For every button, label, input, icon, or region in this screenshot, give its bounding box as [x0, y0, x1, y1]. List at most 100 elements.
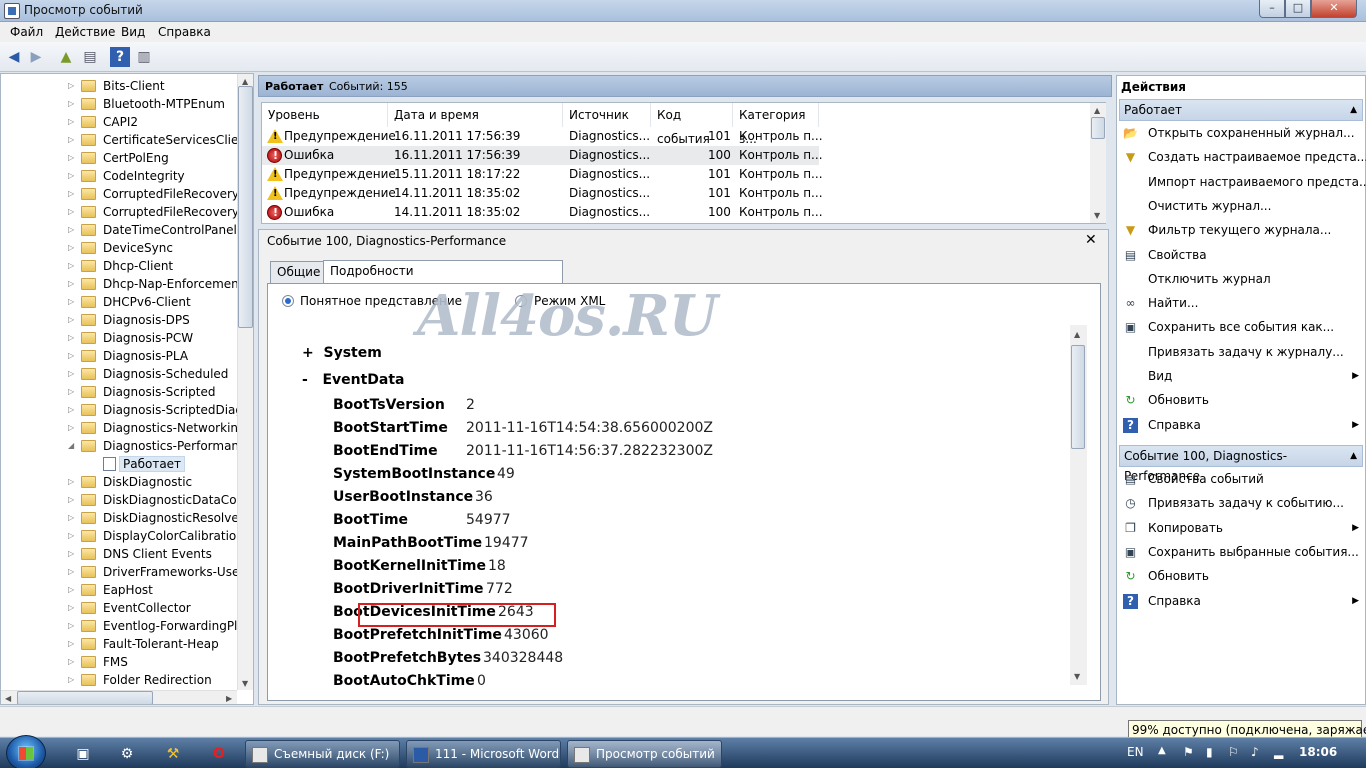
- expand-arrow-icon[interactable]: ▷: [68, 351, 74, 360]
- clock[interactable]: 18:06: [1299, 745, 1337, 759]
- expand-arrow-icon[interactable]: ▷: [68, 171, 74, 180]
- tree-item[interactable]: ▷ Diagnosis-PCW: [1, 329, 237, 347]
- expand-arrow-icon[interactable]: ▷: [68, 369, 74, 378]
- details-vertical-scroll-thumb[interactable]: [1071, 345, 1085, 449]
- action-item[interactable]: ? Справка ▶: [1121, 590, 1361, 614]
- expand-arrow-icon[interactable]: ▷: [68, 225, 74, 234]
- expand-arrow-icon[interactable]: ▷: [68, 99, 74, 108]
- action-item[interactable]: ▼ Фильтр текущего журнала...: [1121, 219, 1361, 243]
- action-item[interactable]: Привязать задачу к журналу...: [1121, 341, 1361, 365]
- node-eventdata[interactable]: - EventData: [302, 372, 405, 388]
- expand-arrow-icon[interactable]: ▷: [68, 81, 74, 90]
- expand-arrow-icon[interactable]: ▷: [68, 117, 74, 126]
- expand-arrow-icon[interactable]: ▷: [68, 477, 74, 486]
- tree-item[interactable]: ▷ DriverFrameworks-UserM: [1, 563, 237, 581]
- signal-icon[interactable]: ▂: [1274, 745, 1283, 759]
- expanded-arrow-icon[interactable]: ◢: [68, 441, 74, 450]
- flag-icon[interactable]: ⚐: [1228, 745, 1239, 759]
- tree-item[interactable]: ▷ CAPI2: [1, 113, 237, 131]
- action-item[interactable]: ▤ Свойства событий: [1121, 468, 1361, 492]
- tree-item[interactable]: ▷ DHCPv6-Client: [1, 293, 237, 311]
- expand-arrow-icon[interactable]: ▷: [68, 315, 74, 324]
- expand-arrow-icon[interactable]: ▷: [68, 207, 74, 216]
- expand-arrow-icon[interactable]: ▷: [68, 387, 74, 396]
- action-item[interactable]: ◷ Привязать задачу к событию...: [1121, 492, 1361, 516]
- tree-item[interactable]: ▷ Diagnostics-Networking: [1, 419, 237, 437]
- action-item[interactable]: 📂 Открыть сохраненный журнал...: [1121, 122, 1361, 146]
- close-icon[interactable]: ✕: [1085, 232, 1097, 248]
- quicklaunch-tool-icon[interactable]: ⚒: [162, 743, 184, 765]
- expand-arrow-icon[interactable]: ▷: [68, 531, 74, 540]
- column-datetime[interactable]: Дата и время: [388, 103, 563, 127]
- tree-item[interactable]: ▷ Diagnosis-PLA: [1, 347, 237, 365]
- tree-item[interactable]: ◢ Diagnostics-Performance: [1, 437, 237, 455]
- tree-item[interactable]: ▷ FMS: [1, 653, 237, 671]
- show-hide-tree-icon[interactable]: ▤: [80, 47, 100, 67]
- scroll-left-arrow-icon[interactable]: ◀: [5, 694, 11, 703]
- action-item[interactable]: ? Справка ▶: [1121, 414, 1361, 438]
- tree-item[interactable]: ▷ Dhcp-Client: [1, 257, 237, 275]
- expand-arrow-icon[interactable]: ▷: [68, 567, 74, 576]
- tree-item[interactable]: ▷ Eventlog-ForwardingPlug: [1, 617, 237, 635]
- tree-item[interactable]: ▷ DisplayColorCalibration: [1, 527, 237, 545]
- expand-arrow-icon[interactable]: ▷: [68, 279, 74, 288]
- up-folder-icon[interactable]: ▲: [56, 47, 76, 67]
- action-item[interactable]: ↻ Обновить: [1121, 389, 1361, 413]
- action-item[interactable]: ↻ Обновить: [1121, 565, 1361, 589]
- actions-section-event[interactable]: Событие 100, Diagnostics-Performance ▲: [1119, 445, 1363, 483]
- tab-general[interactable]: Общие: [270, 261, 328, 283]
- scroll-up-arrow-icon[interactable]: ▲: [1074, 330, 1080, 339]
- show-hide-actions-icon[interactable]: ▥: [134, 47, 154, 67]
- tree-vertical-scroll-thumb[interactable]: [238, 86, 253, 328]
- column-event-code[interactable]: Код события: [651, 103, 733, 146]
- start-button[interactable]: [6, 735, 46, 768]
- scroll-down-arrow-icon[interactable]: ▼: [1074, 672, 1080, 681]
- maximize-button[interactable]: □: [1285, 0, 1311, 18]
- tree-item[interactable]: ▷ DiskDiagnosticResolver: [1, 509, 237, 527]
- action-item[interactable]: Вид ▶: [1121, 365, 1361, 389]
- scroll-down-arrow-icon[interactable]: ▼: [1094, 211, 1100, 220]
- quicklaunch-app-icon[interactable]: ▣: [72, 743, 94, 765]
- expand-arrow-icon[interactable]: ▷: [68, 657, 74, 666]
- expand-arrow-icon[interactable]: ▷: [68, 603, 74, 612]
- tree-item[interactable]: ▷ DNS Client Events: [1, 545, 237, 563]
- tree-item[interactable]: ▷ Folder Redirection: [1, 671, 237, 689]
- menu-view[interactable]: Вид: [121, 25, 145, 39]
- expand-arrow-icon[interactable]: ▷: [68, 513, 74, 522]
- expand-arrow-icon[interactable]: ▷: [68, 261, 74, 270]
- node-system[interactable]: + System: [302, 345, 382, 361]
- menu-action[interactable]: Действие: [55, 25, 115, 39]
- tree-item[interactable]: ▷ Fault-Tolerant-Heap: [1, 635, 237, 653]
- expand-arrow-icon[interactable]: ▷: [68, 135, 74, 144]
- tree-item[interactable]: ▷ Diagnosis-Scripted: [1, 383, 237, 401]
- action-item[interactable]: ▣ Сохранить все события как...: [1121, 316, 1361, 340]
- column-source[interactable]: Источник: [563, 103, 651, 127]
- help-icon[interactable]: ?: [110, 47, 130, 67]
- expand-arrow-icon[interactable]: ▷: [68, 639, 74, 648]
- tree-item[interactable]: ▷ EventCollector: [1, 599, 237, 617]
- table-row[interactable]: Предупреждение16.11.2011 17:56:39 Diagnos…: [262, 127, 823, 146]
- table-row[interactable]: Предупреждение15.11.2011 18:17:22 Diagnos…: [262, 165, 823, 184]
- taskbar-button-word[interactable]: 111 - Microsoft Word: [406, 740, 561, 768]
- close-button[interactable]: ✕: [1311, 0, 1357, 18]
- action-item[interactable]: ▤ Свойства: [1121, 244, 1361, 268]
- menu-file[interactable]: Файл: [10, 25, 43, 39]
- tree-item[interactable]: ▷ Dhcp-Nap-Enforcement-: [1, 275, 237, 293]
- quicklaunch-settings-icon[interactable]: ⚙: [116, 743, 138, 765]
- tree-item[interactable]: ▷ DateTimeControlPanel: [1, 221, 237, 239]
- expand-arrow-icon[interactable]: ▷: [68, 333, 74, 342]
- expand-arrow-icon[interactable]: ▷: [68, 423, 74, 432]
- tree-item[interactable]: ▷ DeviceSync: [1, 239, 237, 257]
- table-row[interactable]: Ошибка 14.11.2011 18:35:02 Diagnostics... 1…: [262, 203, 823, 222]
- battery-icon[interactable]: ▮: [1206, 745, 1213, 759]
- minimize-button[interactable]: –: [1259, 0, 1285, 18]
- tree-item[interactable]: ▷ Diagnosis-ScriptedDiagno: [1, 401, 237, 419]
- column-category[interactable]: Категория з...: [733, 103, 819, 146]
- expand-arrow-icon[interactable]: ▷: [68, 675, 74, 684]
- action-item[interactable]: Отключить журнал: [1121, 268, 1361, 292]
- tree-item[interactable]: ▷ Diagnosis-Scheduled: [1, 365, 237, 383]
- scroll-up-arrow-icon[interactable]: ▲: [1094, 106, 1100, 115]
- tree-item[interactable]: ▷ CorruptedFileRecovery-C: [1, 185, 237, 203]
- show-hidden-icons-icon[interactable]: ▲: [1158, 745, 1166, 756]
- tree-item[interactable]: ▷ CorruptedFileRecovery-Se: [1, 203, 237, 221]
